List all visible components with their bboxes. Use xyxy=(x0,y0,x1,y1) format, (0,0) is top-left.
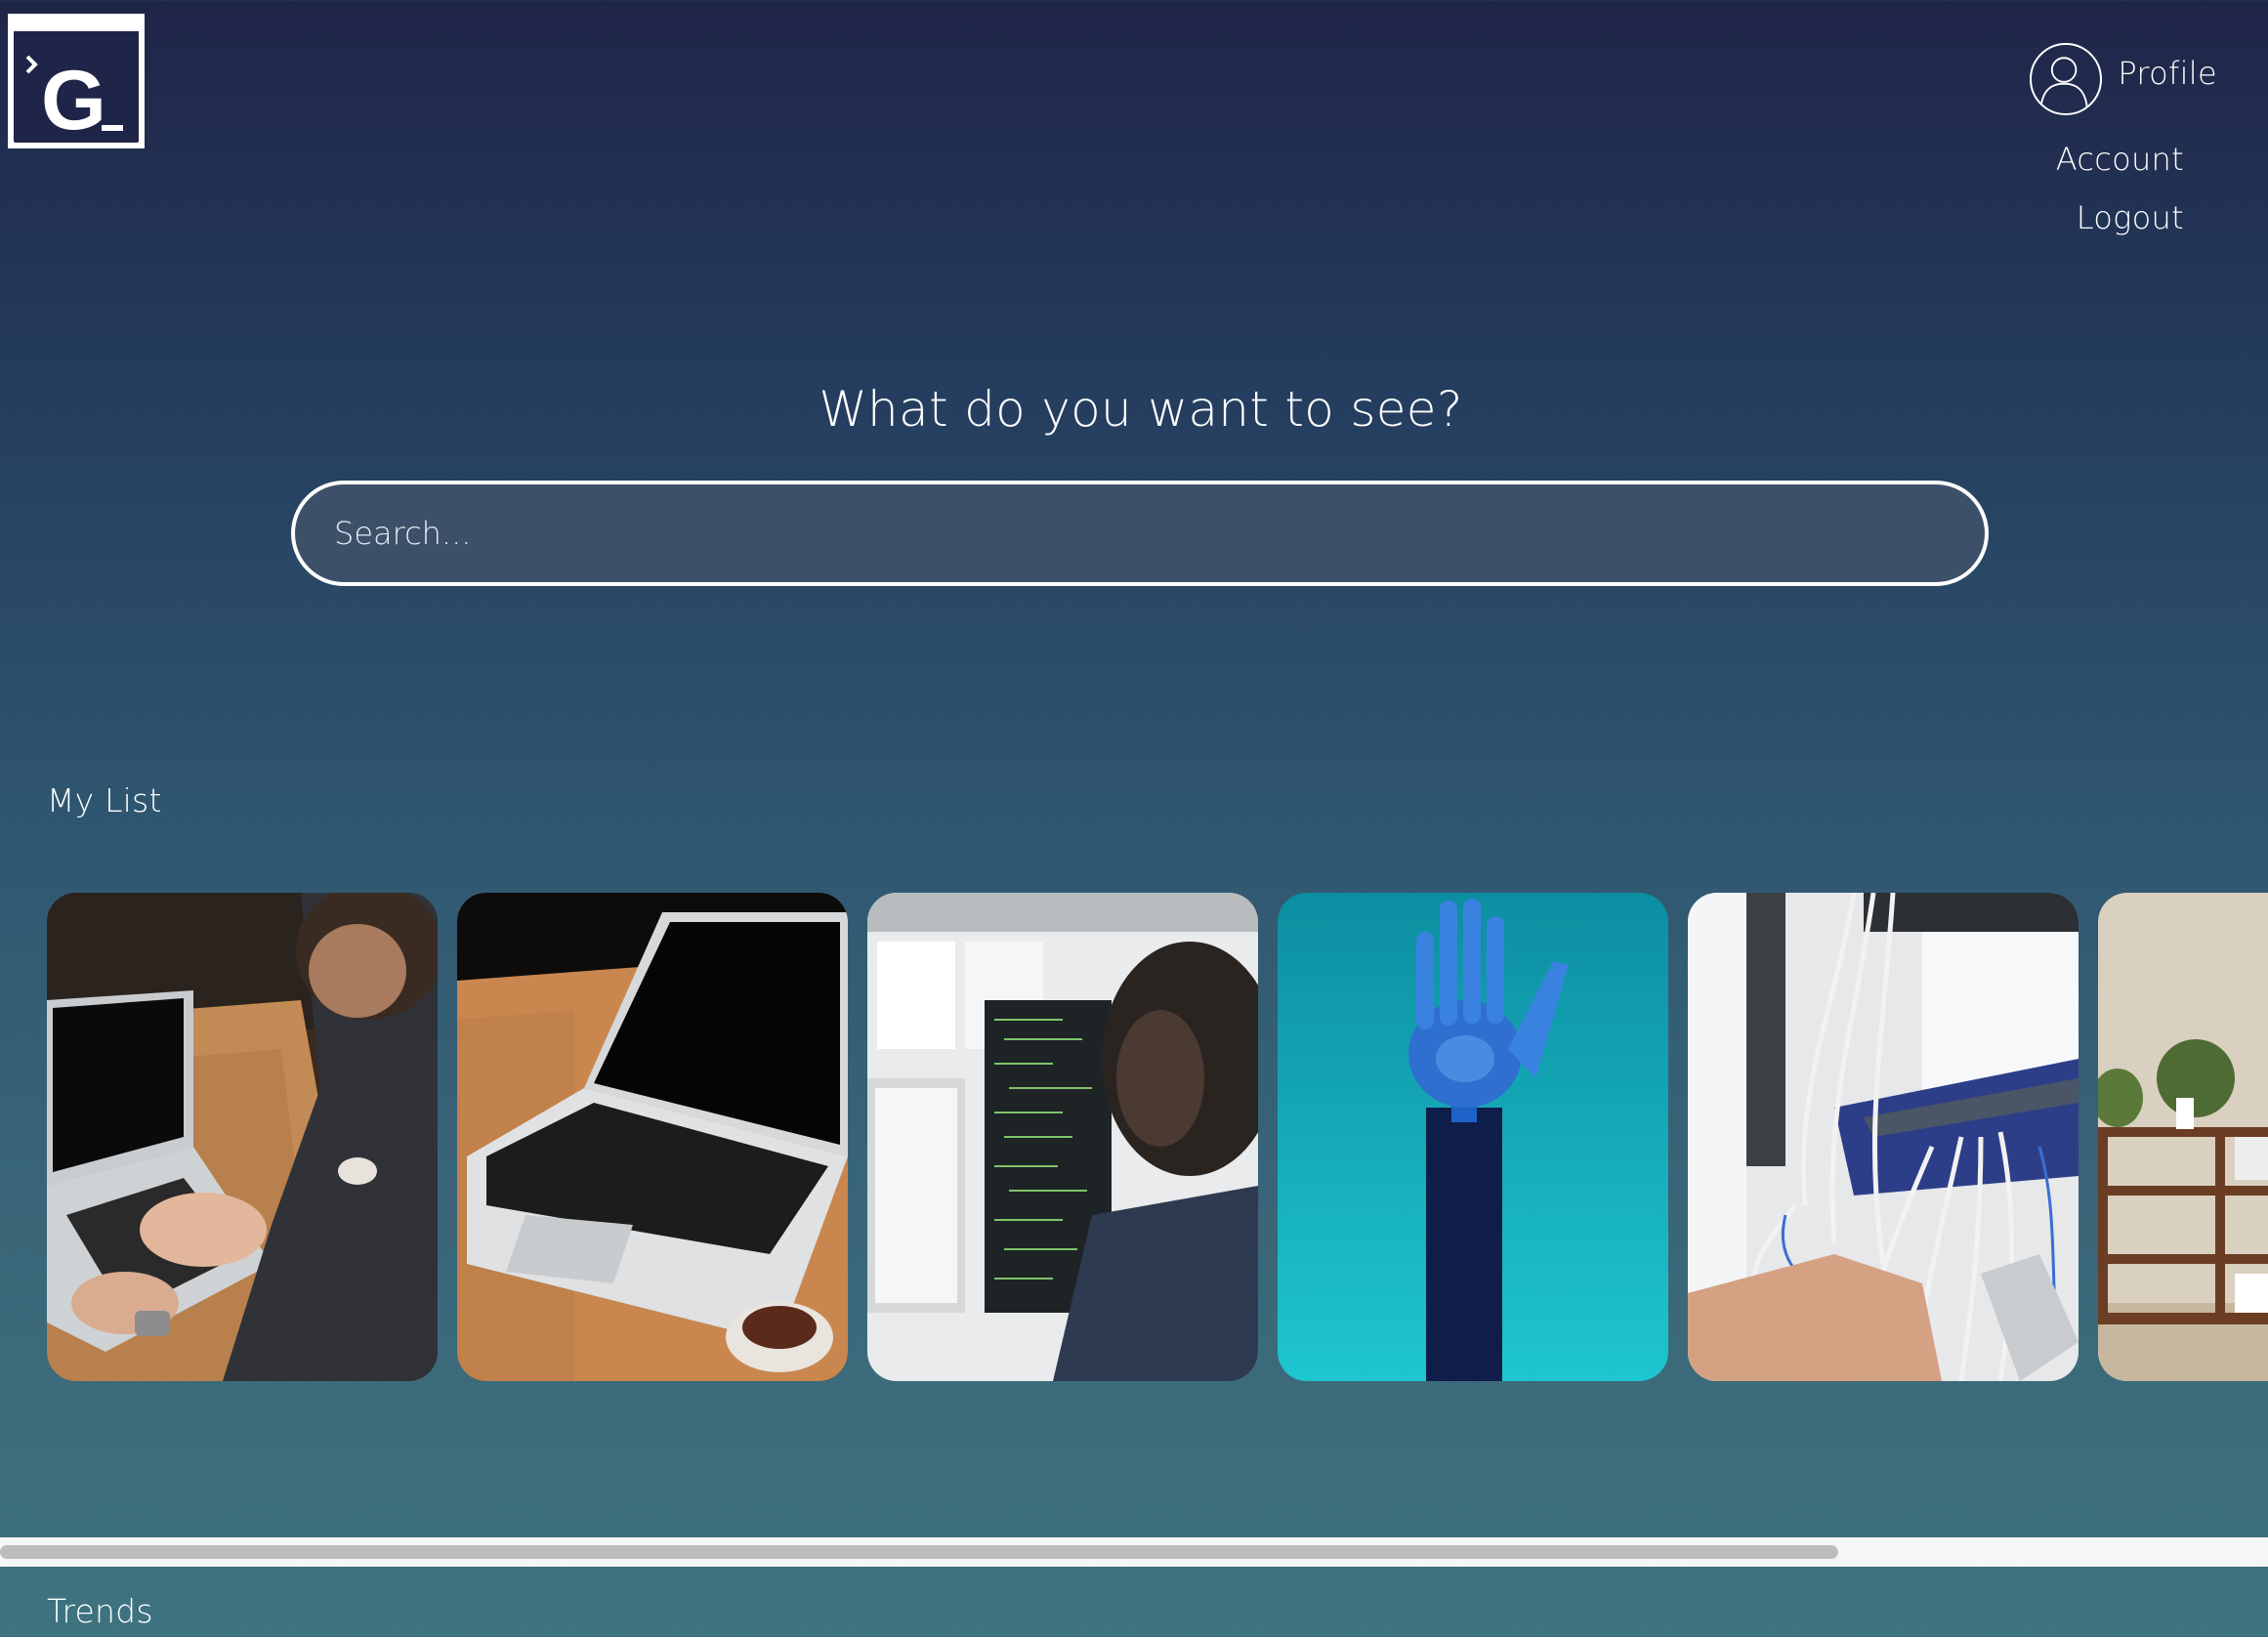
terminal-g-logo-icon: G xyxy=(25,54,123,147)
network-cables-image xyxy=(1688,893,2079,1381)
scrollbar-thumb[interactable] xyxy=(0,1545,1838,1559)
horizontal-scrollbar[interactable] xyxy=(0,1537,2268,1567)
laptop-typing-image xyxy=(47,893,438,1381)
network-cables-card[interactable] xyxy=(1688,893,2079,1381)
laptop-coffee-card[interactable] xyxy=(457,893,848,1381)
profile-label: Profile xyxy=(2118,55,2217,92)
profile-link[interactable]: Profile xyxy=(2030,43,2217,115)
my-list-heading: My List xyxy=(47,781,162,819)
trends-heading: Trends xyxy=(47,1592,153,1630)
developer-monitors-image xyxy=(867,893,1258,1381)
search-input[interactable] xyxy=(295,484,1985,582)
svg-text:G: G xyxy=(41,54,106,147)
room-shelves-image xyxy=(2098,893,2268,1381)
search-bar xyxy=(291,481,1989,586)
room-shelves-card[interactable] xyxy=(2098,893,2268,1381)
robot-hand-card[interactable] xyxy=(1278,893,1668,1381)
robot-hand-image xyxy=(1278,893,1668,1381)
account-link[interactable]: Account xyxy=(2056,141,2184,178)
my-list-carousel[interactable] xyxy=(47,893,2268,1381)
page-title: What do you want to see? xyxy=(819,381,1463,438)
user-avatar-icon xyxy=(2030,43,2103,115)
laptop-typing-card[interactable] xyxy=(47,893,438,1381)
app-logo[interactable]: G xyxy=(8,14,145,148)
developer-monitors-card[interactable] xyxy=(867,893,1258,1381)
laptop-coffee-image xyxy=(457,893,848,1381)
logout-link[interactable]: Logout xyxy=(2077,199,2184,236)
